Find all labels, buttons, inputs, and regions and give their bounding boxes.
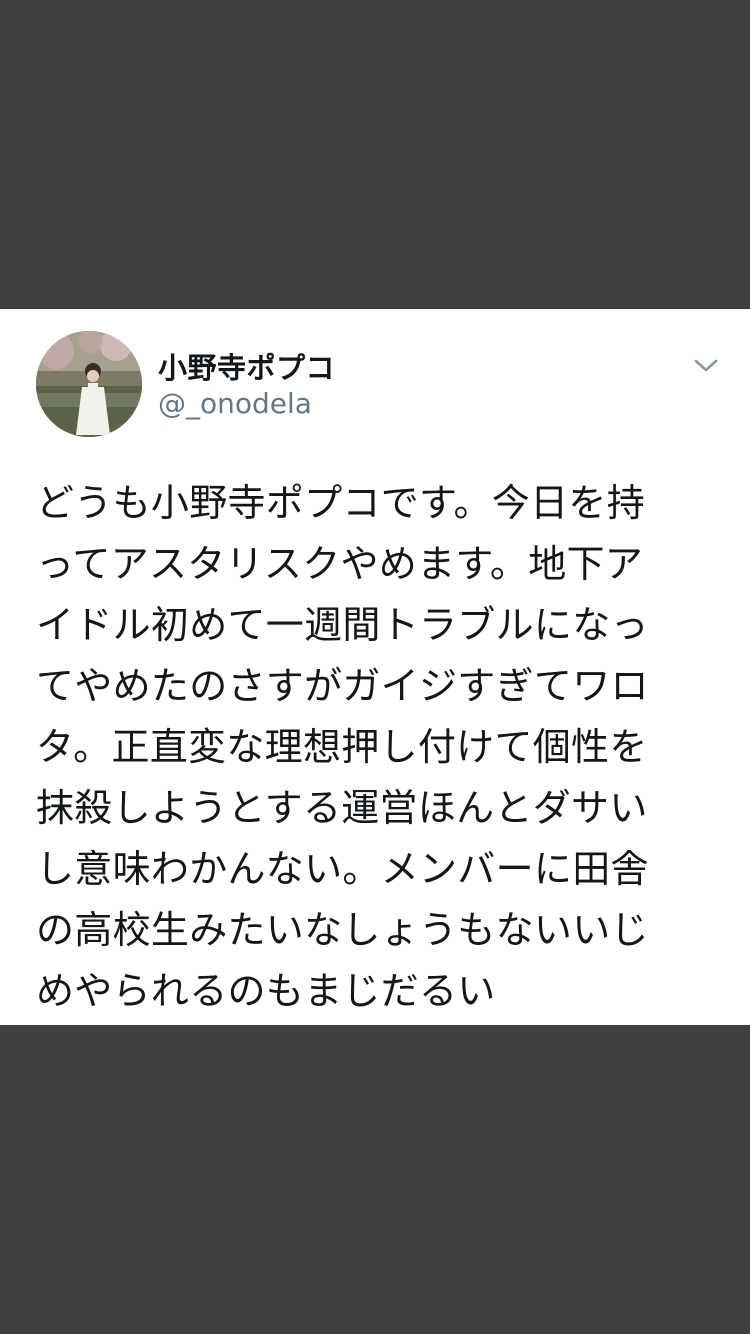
tweet-text-line: てやめたのさすがガイジすぎてワロ	[36, 664, 649, 708]
tweet-text-line: イドル初めて一週間トラブルになっ	[36, 603, 649, 647]
tweet-text: どうも小野寺ポプコです。今日を持 ってアスタリスクやめます。地下ア イドル初めて…	[36, 473, 696, 1022]
tweet-text-line: どうも小野寺ポプコです。今日を持	[36, 481, 646, 525]
tweet-text-line: ってアスタリスクやめます。地下ア	[36, 542, 644, 586]
tweet-text-line: し意味わかんない。メンバーに田舎	[36, 847, 649, 891]
tweet-text-line: の高校生みたいなしょうもないいじ	[36, 908, 649, 952]
tweet-text-line: タ。正直変な理想押し付けて個性を	[36, 725, 648, 769]
tweet-card: 小野寺ポプコ @_onodela どうも小野寺ポプコです。今日を持 ってアスタリ…	[0, 309, 750, 1025]
user-avatar-photo-icon	[36, 331, 142, 437]
tweet-text-line: 抹殺しようとする運営ほんとダサい	[36, 786, 648, 830]
tweet-text-line: めやられるのもまじだるい	[36, 969, 496, 1013]
display-name[interactable]: 小野寺ポプコ	[158, 345, 335, 387]
avatar[interactable]	[36, 331, 142, 437]
chevron-down-icon[interactable]	[690, 349, 722, 381]
user-handle[interactable]: @_onodela	[158, 387, 312, 420]
